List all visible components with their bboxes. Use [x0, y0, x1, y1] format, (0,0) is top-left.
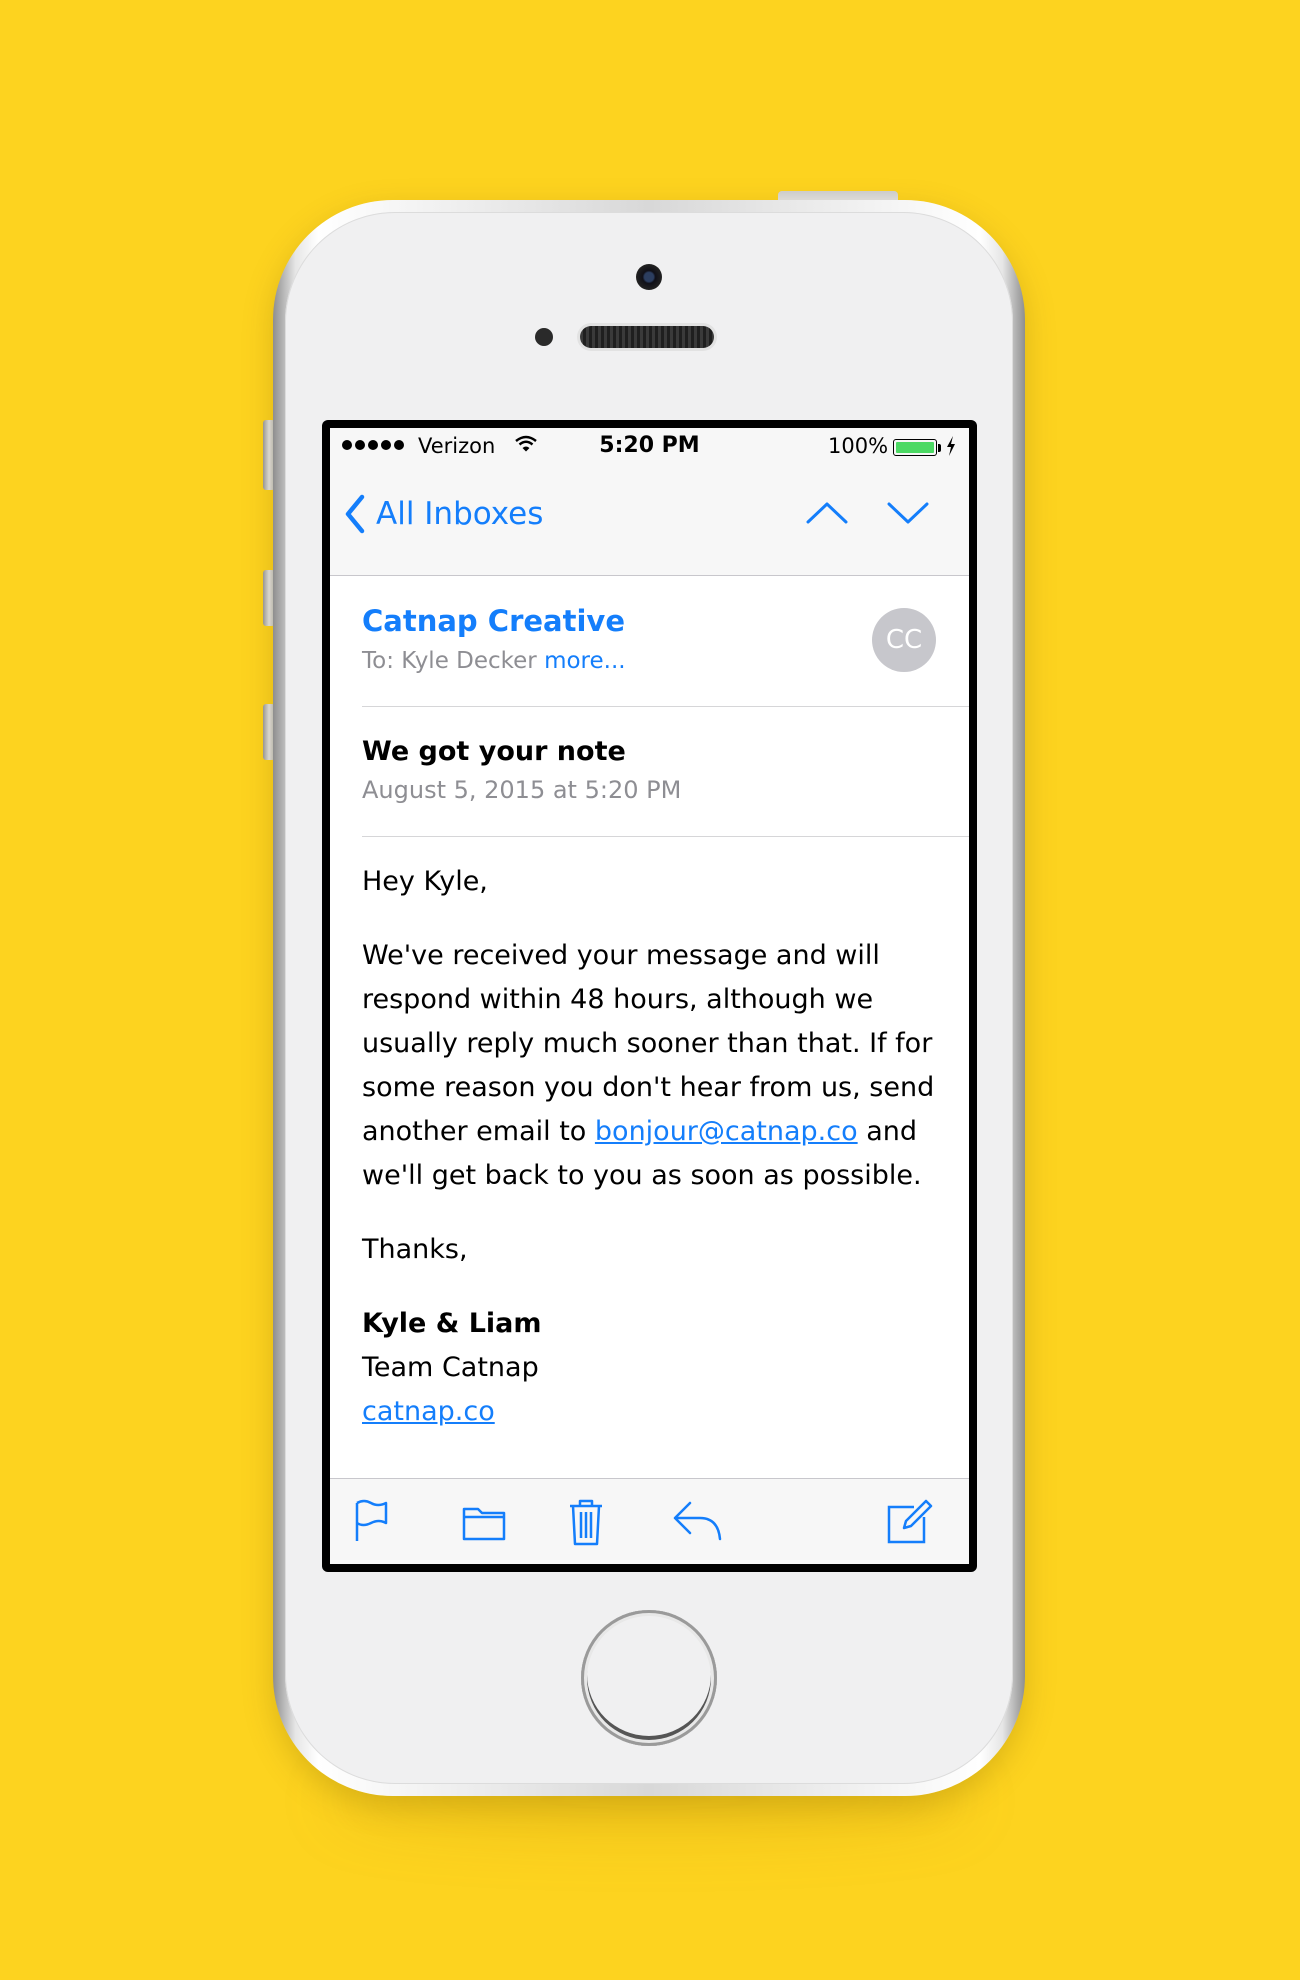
compose-button[interactable] — [886, 1497, 934, 1549]
email-link[interactable]: bonjour@catnap.co — [595, 1116, 858, 1147]
message-date: August 5, 2015 at 5:20 PM — [362, 776, 682, 804]
message-body: Hey Kyle, We've received your message an… — [362, 860, 952, 1434]
greeting: Hey Kyle, — [362, 866, 488, 897]
compose-icon — [887, 1499, 933, 1544]
status-bar: Verizon 5:20 PM 100% — [330, 428, 969, 464]
charging-bolt-icon — [945, 435, 957, 462]
subject-block: We got your note August 5, 2015 at 5:20 … — [362, 706, 969, 837]
battery-percent: 100% — [828, 434, 889, 458]
flag-button[interactable] — [354, 1497, 390, 1547]
recipient-line: To: Kyle Decker more... — [362, 648, 626, 674]
body-paragraph: We've received your message and will res… — [362, 934, 952, 1198]
message-subject: We got your note — [362, 736, 626, 767]
flag-icon — [355, 1499, 388, 1541]
navigation-bar: All Inboxes — [330, 464, 969, 576]
bottom-toolbar — [330, 1478, 969, 1564]
home-button[interactable] — [581, 1610, 717, 1746]
signature: Kyle & Liam Team Catnap catnap.co — [362, 1302, 952, 1434]
battery-tip — [938, 444, 941, 452]
signature-team: Team Catnap — [362, 1352, 539, 1383]
previous-message-button[interactable] — [805, 500, 849, 530]
mail-app: Verizon 5:20 PM 100% All Inboxes Catnap … — [330, 428, 969, 1564]
chevron-up-icon — [806, 502, 848, 524]
chevron-left-icon — [345, 494, 365, 534]
sender-name[interactable]: Catnap Creative — [362, 604, 625, 638]
chevron-down-icon — [887, 502, 929, 524]
trash-icon — [570, 1499, 602, 1546]
phone-screen: Verizon 5:20 PM 100% All Inboxes Catnap … — [322, 420, 977, 1572]
trash-button[interactable] — [566, 1497, 606, 1551]
reply-icon — [673, 1501, 722, 1541]
proximity-sensor — [535, 328, 553, 346]
recipient-name: Kyle Decker — [401, 648, 537, 674]
reply-button[interactable] — [672, 1497, 724, 1547]
back-button[interactable]: All Inboxes — [344, 494, 543, 534]
signature-names: Kyle & Liam — [362, 1308, 542, 1339]
back-button-label: All Inboxes — [376, 496, 544, 532]
more-link[interactable]: more... — [544, 648, 626, 674]
to-label: To: — [362, 648, 394, 674]
sender-avatar: CC — [872, 608, 936, 672]
message-header: Catnap Creative To: Kyle Decker more... … — [362, 576, 969, 707]
battery-icon — [893, 439, 937, 456]
front-camera — [636, 264, 662, 290]
move-to-folder-button[interactable] — [462, 1497, 506, 1547]
website-link[interactable]: catnap.co — [362, 1390, 952, 1434]
folder-icon — [462, 1507, 506, 1541]
earpiece-speaker — [580, 326, 714, 348]
next-message-button[interactable] — [886, 500, 930, 530]
closing: Thanks, — [362, 1234, 468, 1265]
